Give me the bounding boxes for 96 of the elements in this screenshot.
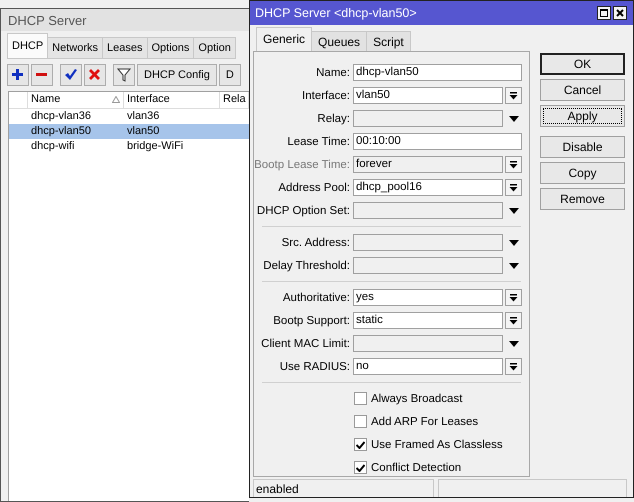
field-label: Name:: [315, 66, 351, 78]
toolbar-button[interactable]: D: [218, 64, 241, 86]
checkbox[interactable]: [354, 392, 367, 405]
checkbox[interactable]: [354, 438, 367, 451]
dialog-title: DHCP Server <dhcp-vlan50>: [255, 6, 417, 20]
checkbox-label: Conflict Detection: [371, 462, 462, 474]
field-label: Use RADIUS:: [278, 360, 351, 372]
field-label: Src. Address:: [280, 236, 351, 248]
field-label: Client MAC Limit:: [260, 338, 351, 350]
table-cell-text: vlan50: [126, 124, 160, 139]
column-header[interactable]: Interface: [127, 93, 170, 105]
dropdown-button[interactable]: [505, 179, 522, 196]
checkmark-icon: [356, 440, 365, 448]
input-field[interactable]: dhcp-vlan50: [353, 64, 522, 81]
checkbox-label: Use Framed As Classless: [371, 438, 503, 450]
dialog-button[interactable]: Disable: [540, 136, 625, 158]
tab[interactable]: Option: [193, 37, 236, 59]
dialog-button[interactable]: Remove: [540, 188, 625, 210]
remove-button[interactable]: [31, 64, 53, 86]
checkbox[interactable]: [354, 461, 367, 474]
field-label: Relay:: [316, 112, 351, 124]
input-field[interactable]: 00:10:00: [353, 133, 522, 150]
field-label: Lease Time:: [286, 136, 351, 148]
close-icon: [616, 9, 624, 17]
tab[interactable]: Generic: [256, 27, 312, 51]
dropdown-field[interactable]: static: [353, 312, 503, 329]
add-icon: [11, 68, 25, 82]
dialog-button[interactable]: OK: [540, 53, 625, 75]
table-cell-text: bridge-WiFi: [126, 139, 184, 154]
dropdown-button[interactable]: [505, 358, 522, 375]
dropdown-field[interactable]: [353, 335, 503, 352]
dropdown-arrow-icon: [509, 294, 518, 302]
column-header[interactable]: Name: [31, 93, 60, 105]
window-title: DHCP Server: [1, 9, 249, 31]
checkbox-label: Always Broadcast: [371, 392, 462, 404]
tab[interactable]: Options: [146, 37, 194, 59]
status-field: enabled: [253, 479, 434, 497]
table-cell-text: dhcp-wifi: [30, 139, 76, 154]
field-label: Bootp Lease Time:: [254, 158, 351, 170]
dropdown-field[interactable]: vlan50: [353, 87, 503, 104]
enable-button[interactable]: [60, 64, 82, 86]
table-cell-text: vlan36: [126, 109, 160, 124]
dropdown-field[interactable]: [353, 257, 503, 274]
dropdown-field[interactable]: yes: [353, 289, 503, 306]
checkbox[interactable]: [354, 415, 367, 428]
field-label: Interface:: [301, 90, 351, 102]
dropdown-button[interactable]: [505, 87, 522, 104]
field-label: DHCP Option Set:: [256, 204, 351, 216]
table-cell-text: dhcp-vlan50: [30, 124, 92, 139]
dropdown-arrow-icon: [509, 362, 518, 370]
table-row[interactable]: dhcp-vlan36 vlan36: [9, 109, 249, 124]
field-label: Bootp Support:: [272, 314, 351, 326]
dialog-button[interactable]: Cancel: [540, 79, 625, 101]
checkbox-label: Add ARP For Leases: [371, 416, 478, 428]
dropdown-field[interactable]: [353, 110, 503, 127]
triangle-icon: [509, 262, 519, 268]
tab[interactable]: DHCP: [7, 33, 48, 59]
field-label: Address Pool:: [277, 182, 351, 194]
dropdown-field[interactable]: dhcp_pool16: [353, 179, 503, 196]
filter-icon: [117, 68, 131, 82]
tab[interactable]: Queues: [311, 31, 368, 51]
dropdown-field[interactable]: no: [353, 358, 503, 375]
dropdown-field[interactable]: [353, 202, 503, 219]
table-cell-text: dhcp-vlan36: [30, 109, 92, 124]
add-button[interactable]: [7, 64, 29, 86]
close-button[interactable]: [613, 6, 627, 20]
filter-button[interactable]: [113, 64, 135, 86]
dropdown-field[interactable]: [353, 234, 503, 251]
triangle-icon: [509, 240, 519, 246]
checkmark-icon: [64, 68, 78, 82]
field-label: Delay Threshold:: [262, 260, 351, 272]
cross-icon: [88, 68, 102, 82]
column-header[interactable]: Rela: [223, 93, 246, 105]
checkmark-icon: [356, 464, 365, 472]
sort-icon: [112, 96, 120, 103]
field-label: Authoritative:: [282, 292, 351, 304]
disable-button[interactable]: [84, 64, 106, 86]
dropdown-arrow-icon: [509, 184, 518, 192]
tab[interactable]: Script: [366, 31, 411, 51]
dropdown-button[interactable]: [505, 312, 522, 329]
dialog-button[interactable]: Apply: [540, 105, 625, 127]
triangle-icon: [509, 340, 519, 346]
toolbar-button[interactable]: DHCP Config: [137, 64, 217, 86]
dropdown-arrow-icon: [509, 92, 518, 100]
triangle-icon: [509, 116, 519, 122]
dropdown-arrow-icon: [509, 316, 518, 324]
dialog-button[interactable]: Copy: [540, 162, 625, 184]
tab[interactable]: Networks: [47, 37, 104, 59]
table-row[interactable]: dhcp-vlan50 vlan50: [9, 124, 249, 139]
dropdown-button[interactable]: [505, 289, 522, 306]
triangle-icon: [509, 208, 519, 214]
dropdown-arrow-icon: [509, 160, 518, 168]
tab[interactable]: Leases: [102, 37, 148, 59]
table-row[interactable]: dhcp-wifi bridge-WiFi: [9, 139, 249, 154]
maximize-icon: [600, 9, 608, 17]
maximize-button[interactable]: [597, 6, 611, 20]
